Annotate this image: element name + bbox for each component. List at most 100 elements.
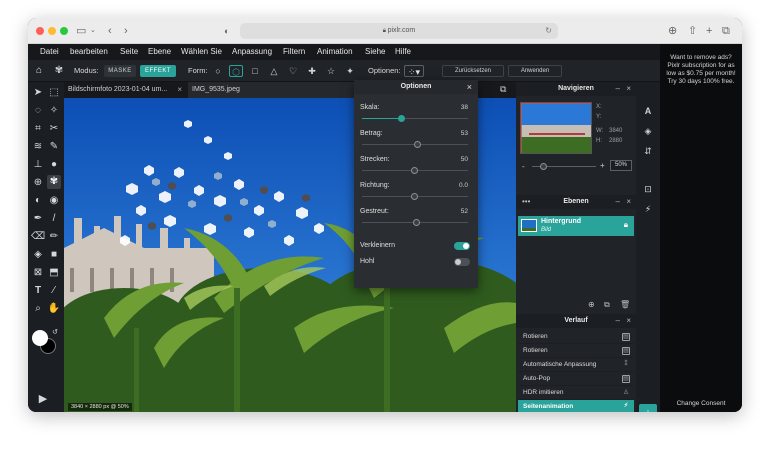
history-item[interactable]: HDR imitieren ◬ [518,386,634,400]
sponge-tool-icon[interactable]: ⊕ [31,176,45,190]
foreground-color-swatch[interactable] [32,330,48,346]
history-item[interactable]: Auto-Pop ▤ [518,372,634,386]
apply-button[interactable]: Anwenden [508,65,562,77]
swap-colors-icon[interactable]: ↺ [48,326,62,340]
star-shape-icon[interactable]: ☆ [324,65,338,77]
arrange-tool-icon[interactable]: ➤ [31,86,45,100]
more-icon[interactable]: ••• [522,195,530,209]
blur-tool-icon[interactable]: ● [47,158,61,172]
text-tool-icon[interactable]: T [31,284,45,298]
menu-siehe[interactable]: Siehe [365,46,385,58]
sparkle-shape-icon[interactable]: ✦ [343,65,357,77]
shape-tool-icon[interactable]: ■ [47,248,61,262]
clone-tool-icon[interactable]: ⊥ [31,158,45,172]
pencil-tool-icon[interactable]: ✏ [47,230,61,244]
history-item[interactable]: Rotieren ▤ [518,330,634,344]
close-tab-icon[interactable]: × [177,82,182,98]
zoom-in-button[interactable]: + [600,161,605,170]
hohl-toggle[interactable] [454,258,470,266]
color-replace-tool-icon[interactable]: ◉ [47,194,61,208]
window-arrange-icon[interactable]: ⧉ [500,84,506,95]
heart-shape-icon[interactable]: ♡ [286,65,300,77]
slider-knob[interactable] [413,219,421,226]
menu-waehlen-sie[interactable]: Wählen Sie [181,46,222,58]
gestreut-slider[interactable] [362,219,468,226]
zoom-input[interactable]: 50% [610,160,632,171]
menu-bearbeiten[interactable]: bearbeiten [70,46,108,58]
lock-icon[interactable]: 🔒︎ [624,220,628,230]
chevron-down-icon[interactable]: ⌄ [90,23,96,39]
menu-filtern[interactable]: Filtern [283,46,305,58]
slider-knob[interactable] [411,167,418,174]
crop-tool-icon[interactable]: ⌗ [31,122,45,136]
layer-row[interactable]: Hintergrund Bild 🔒︎ [518,216,634,236]
zoom-out-button[interactable]: - [522,162,525,171]
layers-panel-icon[interactable]: ◈ [641,124,655,138]
change-consent-link[interactable]: Change Consent [660,400,742,407]
history-item[interactable]: Automatische Anpassung ⁑ [518,358,634,372]
menu-anpassung[interactable]: Anpassung [232,46,272,58]
menu-animation[interactable]: Animation [317,46,353,58]
duplicate-layer-icon[interactable]: ⧉ [604,300,610,310]
tab-img-9535[interactable]: IMG_9535.jpeg × [188,82,366,98]
shield-icon[interactable]: ◐ [224,23,229,39]
betrag-slider[interactable] [362,141,468,148]
download-button[interactable]: ⤓ [639,404,657,412]
trash-icon[interactable]: 🗑︎ [620,300,630,309]
cutout-tool-icon[interactable]: ✂ [47,122,61,136]
zoom-slider[interactable] [532,163,596,170]
dodge-tool-icon[interactable]: ◐ [31,194,45,208]
forward-icon[interactable]: › [124,23,128,39]
tab-overview-icon[interactable]: ⧉ [722,23,730,39]
pen-tool-icon[interactable]: ✒ [31,212,45,226]
richtung-slider[interactable] [362,193,468,200]
hand-tool-icon[interactable]: ✋ [47,302,61,316]
minimize-window-button[interactable] [48,27,56,35]
reload-icon[interactable]: ↻ [545,23,552,39]
brush-tool-icon[interactable]: / [47,212,61,226]
close-icon[interactable]: × [626,314,631,328]
history-item-selected[interactable]: Seitenanimation ⚡︎ [518,400,634,412]
liquify-tool-icon[interactable]: ≋ [31,140,45,154]
fill-tool-icon[interactable]: ◈ [31,248,45,262]
options-dropdown-icon[interactable]: ⁘▾ [404,65,424,77]
navigator-panel-icon[interactable]: ⊡ [641,182,655,196]
close-icon[interactable]: × [626,195,631,209]
circle-shape-icon[interactable]: ○ [211,65,225,77]
zoom-tool-icon[interactable]: ⌕ [31,302,45,316]
eraser-tool-icon[interactable]: ⌫ [31,230,45,244]
close-icon[interactable]: × [467,80,472,94]
play-icon[interactable]: ▶ [36,392,50,406]
close-icon[interactable]: × [626,82,631,96]
download-icon[interactable]: ⊕ [668,23,677,39]
collapse-icon[interactable]: – [616,82,620,96]
new-tab-icon[interactable]: + [706,23,712,39]
mode-effect-button[interactable]: EFFEKT [140,65,176,77]
skala-slider[interactable] [362,115,468,122]
eyedropper-tool-icon[interactable]: ⁄ [47,284,61,298]
marquee-tool-icon[interactable]: ⬚ [47,86,61,100]
menu-datei[interactable]: Datei [40,46,59,58]
character-panel-icon[interactable]: A [641,104,655,118]
gradient-tool-icon[interactable]: ⬒ [47,266,61,280]
verkleinern-toggle[interactable] [454,242,470,250]
url-bar[interactable]: 🔒︎ pixlr.com ↻ [240,23,558,39]
image-tool-icon[interactable]: ⊠ [31,266,45,280]
hexagon-shape-icon[interactable]: ⬡ [229,65,243,77]
history-item[interactable]: Rotieren ▤ [518,344,634,358]
square-shape-icon[interactable]: □ [248,65,262,77]
navigator-thumbnail[interactable] [520,102,592,154]
disperse-tool-button[interactable]: ✾ [47,175,61,189]
share-icon[interactable]: ⇧ [688,23,697,39]
mode-mask-button[interactable]: MASKE [104,65,136,77]
history-panel-icon[interactable]: ⚡︎ [641,202,655,216]
add-layer-icon[interactable]: ⊕ [588,300,595,309]
home-icon[interactable]: ⌂ [32,65,46,77]
menu-ebene[interactable]: Ebene [148,46,171,58]
heal-tool-icon[interactable]: ✎ [47,140,61,154]
menu-seite[interactable]: Seite [120,46,138,58]
triangle-shape-icon[interactable]: △ [267,65,281,77]
sidebar-toggle-icon[interactable]: ▭ [76,23,86,39]
close-window-button[interactable] [36,27,44,35]
back-icon[interactable]: ‹ [108,23,112,39]
